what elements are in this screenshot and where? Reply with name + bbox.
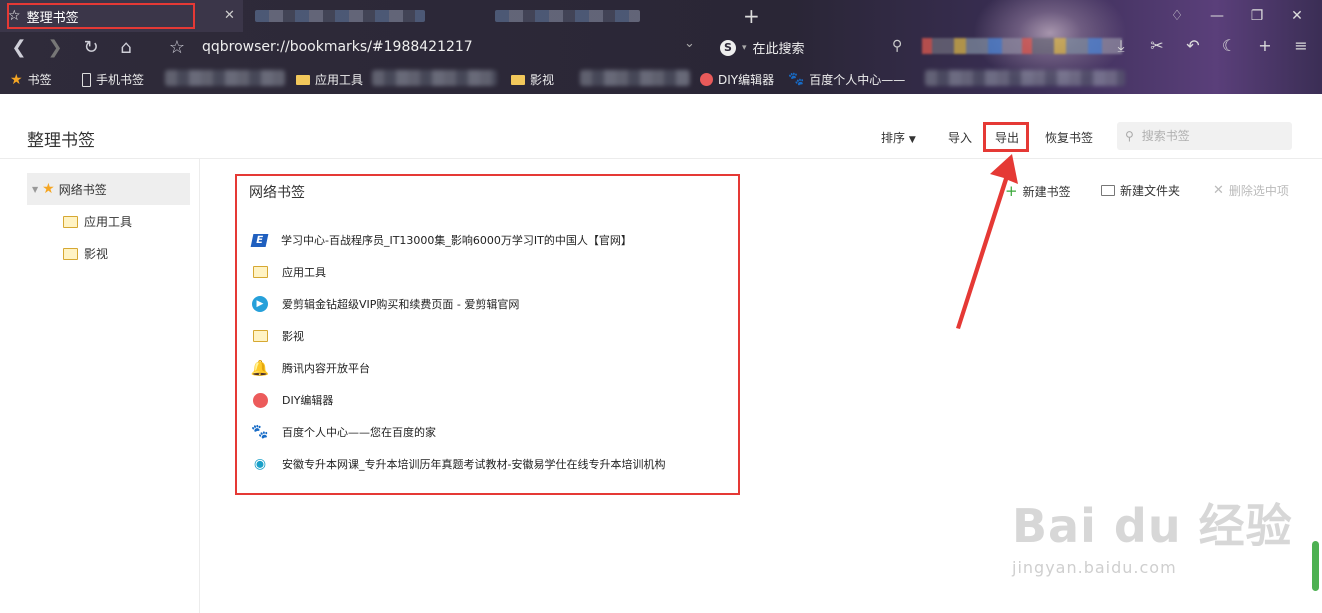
scrollbar-thumb[interactable] xyxy=(1312,541,1319,591)
tree-item-video[interactable]: 影视 xyxy=(63,245,108,262)
sogou-icon: S xyxy=(720,39,736,56)
new-tab-button[interactable]: + xyxy=(743,4,760,28)
folder-icon xyxy=(252,330,268,342)
red-circle-icon xyxy=(700,73,713,86)
scissors-icon[interactable]: ✂ xyxy=(1144,36,1170,56)
chevron-down-icon: ▾ xyxy=(742,42,747,53)
import-button[interactable]: 导入 xyxy=(948,129,972,146)
bookmark-folder-video[interactable]: 影视 xyxy=(511,71,554,88)
list-item[interactable]: ▶ 爱剪辑金钻超级VIP购买和续费页面 - 爱剪辑官网 xyxy=(252,296,519,312)
blurred-tab[interactable] xyxy=(495,10,640,22)
search-icon: ⚲ xyxy=(1125,129,1134,143)
restore-icon[interactable]: ❐ xyxy=(1238,4,1276,28)
list-item[interactable]: 应用工具 xyxy=(252,264,326,280)
search-icon[interactable]: ⚲ xyxy=(892,38,902,54)
bell-icon: 🔔 xyxy=(250,359,270,377)
annotation-highlight-list xyxy=(235,174,740,495)
search-engine-label: 在此搜索 xyxy=(752,42,805,57)
back-icon[interactable]: ❮ xyxy=(8,36,30,58)
folder-icon xyxy=(63,215,78,228)
tree-item-network-bookmarks[interactable]: ▼ ★ 网络书签 xyxy=(27,173,190,205)
undo-icon[interactable]: ↶ xyxy=(1180,36,1206,56)
folder-icon xyxy=(63,247,78,260)
blurred-bookmark[interactable] xyxy=(372,70,497,86)
restore-bookmarks-button[interactable]: 恢复书签 xyxy=(1045,129,1093,146)
bookmark-mobile[interactable]: 手机书签 xyxy=(82,71,144,88)
new-folder-icon xyxy=(1101,185,1115,196)
bookmarks-bar: ★ 书签 手机书签 应用工具 影视 DIY编辑器 🐾 百度个人中心—— xyxy=(0,64,1322,94)
list-item[interactable]: 🔔 腾讯内容开放平台 xyxy=(250,359,370,377)
tree-item-label: 影视 xyxy=(84,247,109,261)
folder-icon xyxy=(511,74,525,85)
location-pin-icon: ◉ xyxy=(253,456,267,472)
folder-icon xyxy=(296,74,310,85)
minimize-icon[interactable]: — xyxy=(1198,4,1236,28)
list-item[interactable]: E 学习中心-百战程序员_IT13000集_影响6000万学习IT的中国人【官网… xyxy=(250,232,632,248)
bookmark-diy-editor[interactable]: DIY编辑器 xyxy=(700,71,774,88)
plus-icon[interactable]: + xyxy=(1252,36,1278,56)
blurred-bookmark[interactable] xyxy=(165,70,285,86)
baidu-paw-icon: 🐾 xyxy=(788,72,805,87)
night-mode-icon[interactable]: ☾ xyxy=(1216,36,1242,56)
close-window-icon[interactable]: ✕ xyxy=(1278,4,1316,28)
folder-icon xyxy=(252,266,268,278)
close-icon[interactable]: ✕ xyxy=(224,8,235,23)
caret-down-icon: ▼ xyxy=(908,135,916,145)
list-item[interactable]: 🐾 百度个人中心——您在百度的家 xyxy=(251,424,436,440)
browser-chrome: ☆ 整理书签 ✕ + ♢ — ❐ ✕ ❮ ❯ ↻ ⌂ ☆ qqbrowser:/… xyxy=(0,0,1322,94)
sort-button[interactable]: 排序 ▼ xyxy=(881,129,916,146)
list-item[interactable]: DIY编辑器 xyxy=(252,392,333,408)
home-icon[interactable]: ⌂ xyxy=(115,36,137,58)
tab-bar: ☆ 整理书签 ✕ + ♢ — ❐ ✕ xyxy=(0,0,1322,32)
forward-icon[interactable]: ❯ xyxy=(44,36,66,58)
star-icon: ★ xyxy=(10,71,23,88)
tree-item-label: 应用工具 xyxy=(84,215,133,229)
list-item[interactable]: ◉ 安徽专升本网课_专升本培训历年真题考试教材-安徽易学仕在线专升本培训机构 xyxy=(252,456,666,472)
menu-icon[interactable]: ≡ xyxy=(1288,36,1314,56)
list-title: 网络书签 xyxy=(249,185,305,201)
new-folder-button[interactable]: 新建文件夹 xyxy=(1101,182,1180,199)
search-engine-selector[interactable]: S ▾ 在此搜索 xyxy=(720,38,805,57)
bookmark-folder-tools[interactable]: 应用工具 xyxy=(296,71,363,88)
refresh-icon[interactable]: ↻ xyxy=(80,36,102,58)
watermark-brand: Bai du 经验 xyxy=(1012,499,1293,553)
baidu-jingyan-watermark: Bai du 经验 jingyan.baidu.com xyxy=(1012,490,1293,577)
red-circle-icon xyxy=(252,392,268,408)
bookmarks-bar-label[interactable]: ★ 书签 xyxy=(10,71,52,88)
favorite-star-icon[interactable]: ☆ xyxy=(166,36,188,58)
xuetang-icon: E xyxy=(250,233,269,247)
skin-icon[interactable]: ♢ xyxy=(1158,4,1196,28)
blurred-extensions[interactable] xyxy=(922,38,1122,54)
phone-icon xyxy=(82,72,91,87)
export-button[interactable]: 导出 xyxy=(995,129,1019,146)
page-title: 整理书签 xyxy=(27,131,95,151)
expand-triangle-icon[interactable]: ▼ xyxy=(32,185,38,194)
window-controls: ♢ — ❐ ✕ xyxy=(1158,4,1316,28)
baidu-paw-icon: 🐾 xyxy=(251,424,269,440)
delete-selected-button[interactable]: ✕ 删除选中项 xyxy=(1213,182,1289,199)
list-item[interactable]: 影视 xyxy=(252,328,304,344)
blurred-tab[interactable] xyxy=(255,10,425,22)
toolbar-icons: ⤓ ✂ ↶ ☾ + ≡ xyxy=(1108,36,1314,56)
search-input[interactable] xyxy=(1139,128,1284,144)
download-icon[interactable]: ⤓ xyxy=(1108,36,1134,56)
annotation-highlight-tab xyxy=(7,3,195,29)
tree-item-label: 网络书签 xyxy=(58,182,107,197)
tree-item-tools[interactable]: 应用工具 xyxy=(63,213,132,230)
annotation-arrow xyxy=(956,154,1018,329)
blurred-bookmark[interactable] xyxy=(925,70,1125,86)
bookmark-search[interactable]: ⚲ xyxy=(1117,122,1292,150)
blurred-bookmark[interactable] xyxy=(580,70,690,86)
chevron-down-icon[interactable]: ⌄ xyxy=(684,36,695,51)
close-icon: ✕ xyxy=(1213,183,1224,198)
address-bar[interactable]: qqbrowser://bookmarks/#1988421217 xyxy=(202,39,672,55)
star-icon: ★ xyxy=(42,181,55,197)
sidebar-divider xyxy=(199,159,200,613)
bookmark-baidu-center[interactable]: 🐾 百度个人中心—— xyxy=(788,71,905,88)
aijianji-icon: ▶ xyxy=(252,296,268,312)
watermark-url: jingyan.baidu.com xyxy=(1012,558,1177,577)
